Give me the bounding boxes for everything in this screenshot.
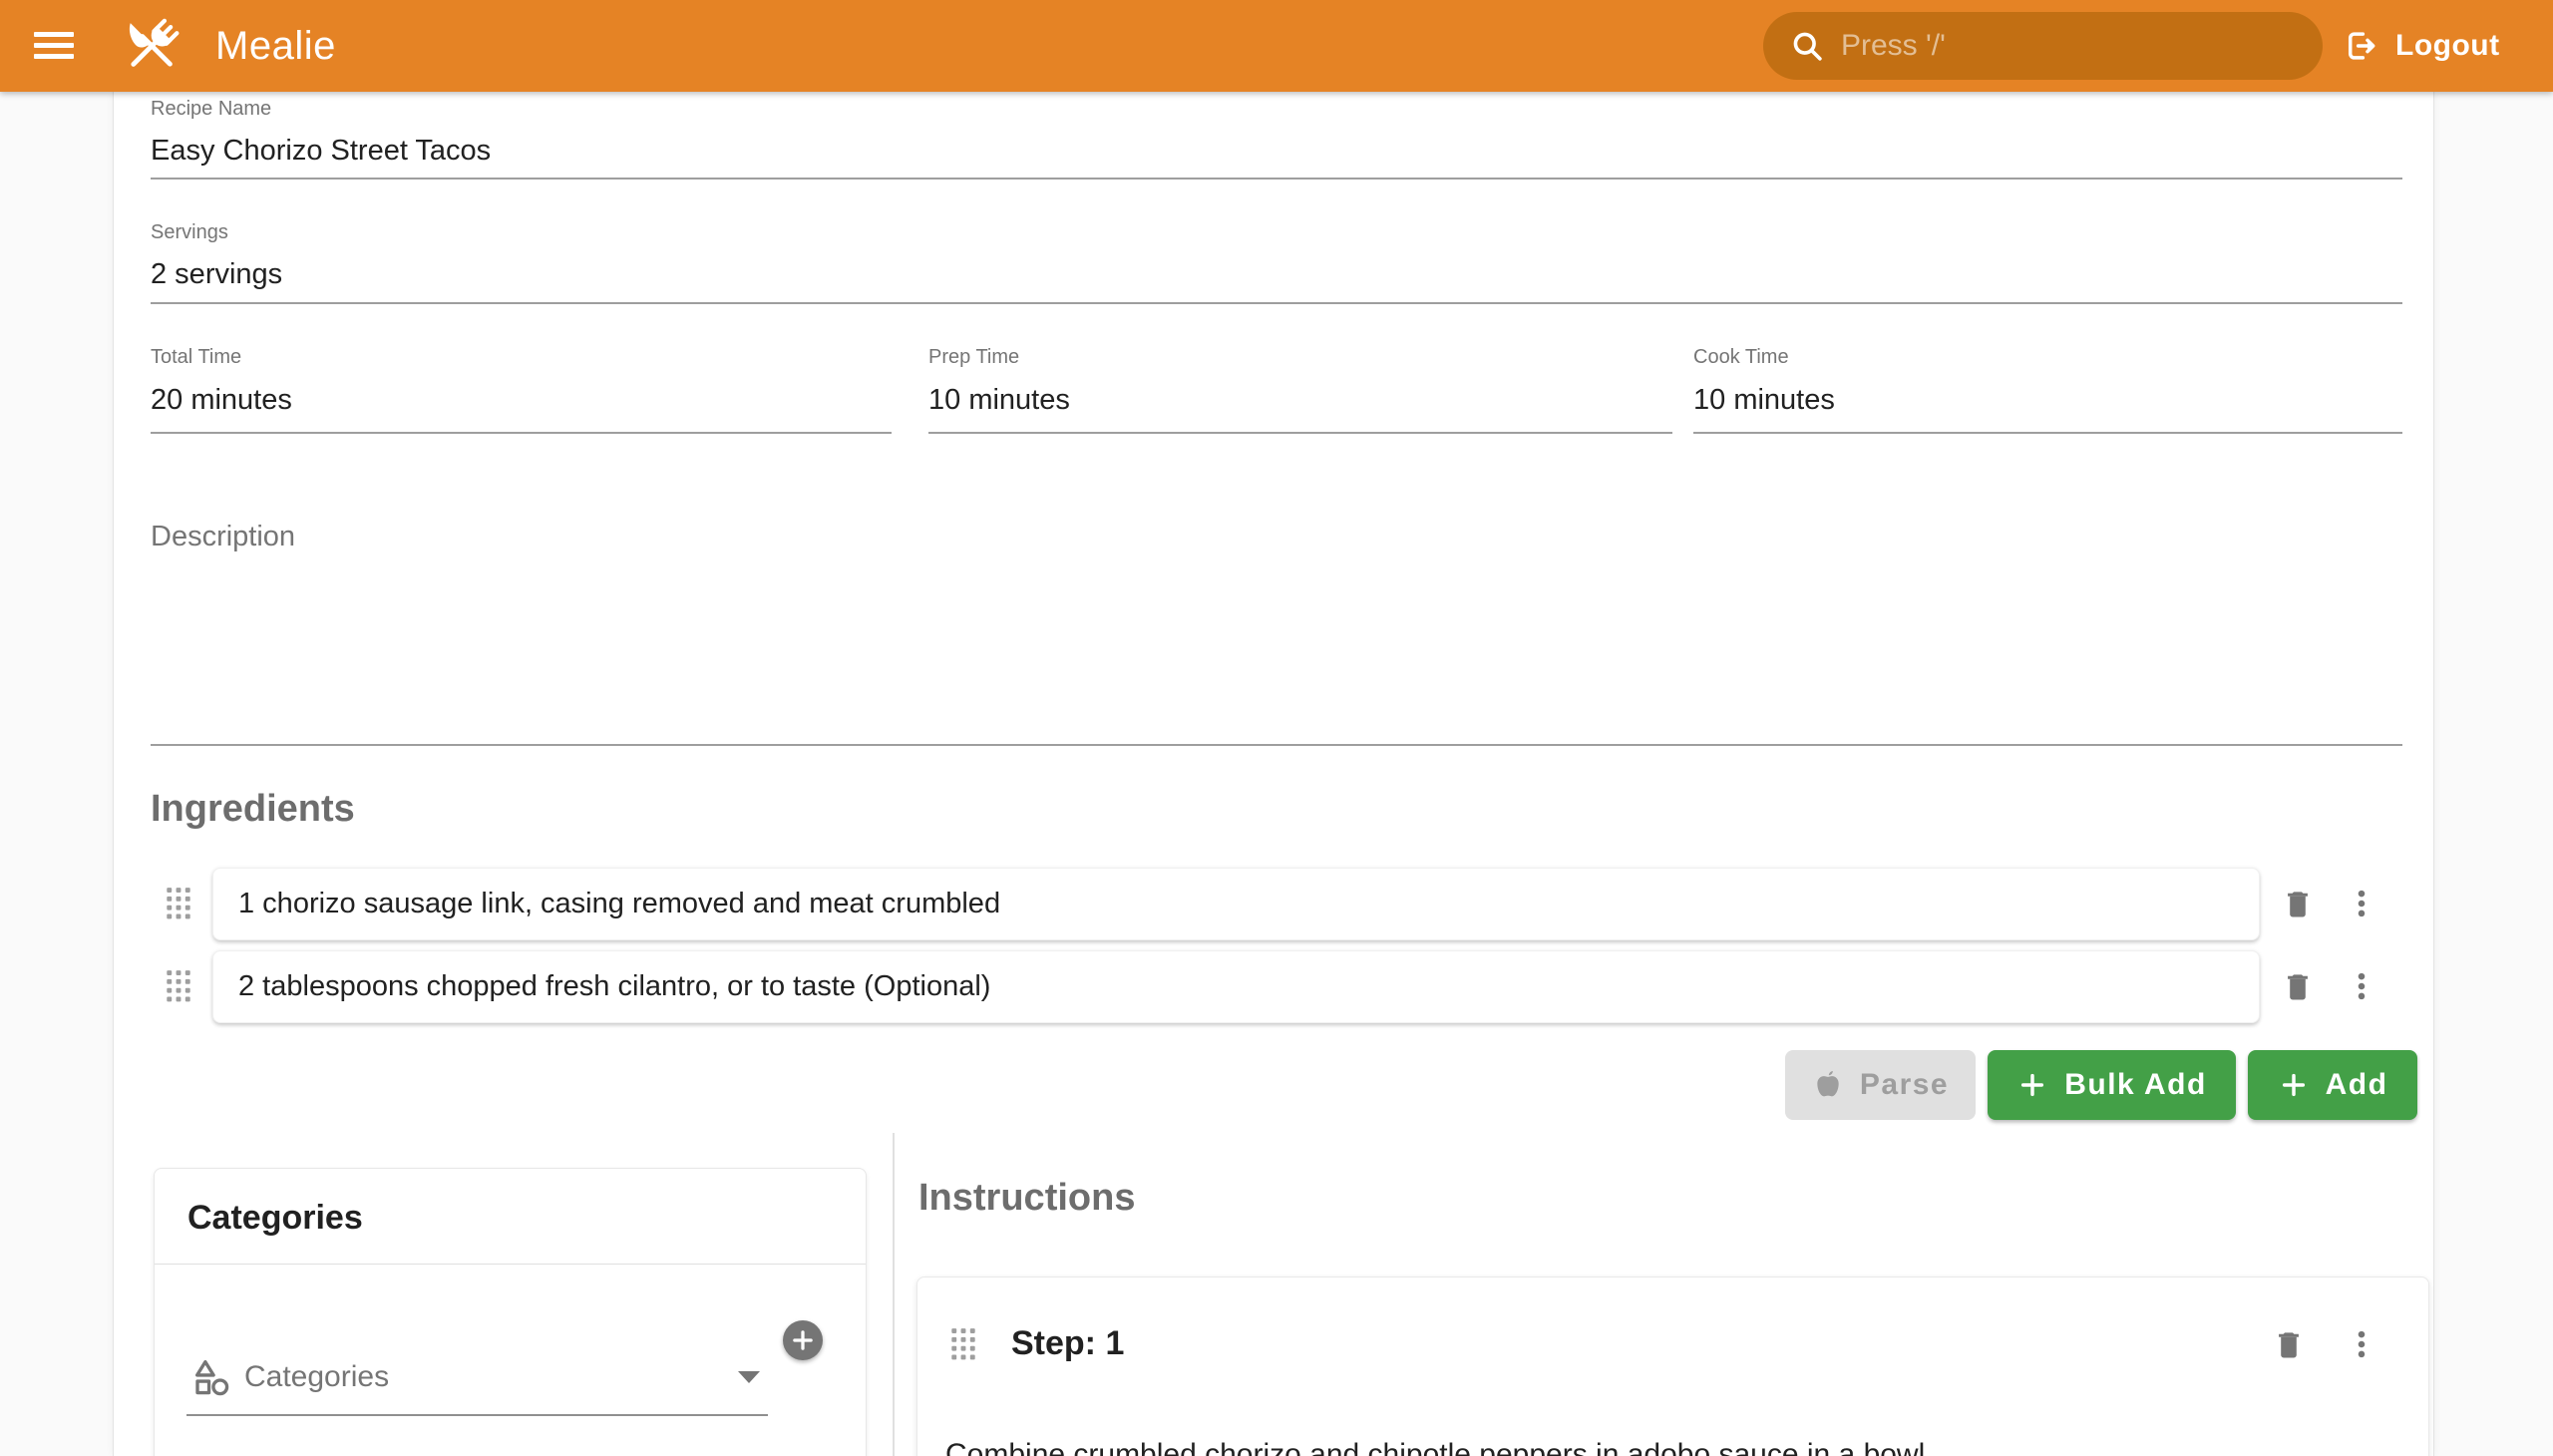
step-text[interactable]: Combine crumbled chorizo and chipotle pe… xyxy=(945,1435,2322,1456)
ingredient-more-button[interactable] xyxy=(2339,963,2384,1009)
parse-button[interactable]: Parse xyxy=(1785,1050,1976,1120)
total-time-input[interactable] xyxy=(151,384,892,417)
recipe-name-label: Recipe Name xyxy=(151,98,2402,121)
servings-label: Servings xyxy=(151,221,2402,244)
shapes-icon xyxy=(190,1356,232,1398)
recipe-name-field: Recipe Name xyxy=(151,98,2402,180)
delete-step-button[interactable] xyxy=(2266,1321,2312,1367)
trash-icon xyxy=(2281,969,2315,1003)
recipe-name-input[interactable] xyxy=(151,135,2402,168)
bulk-add-button[interactable]: Bulk Add xyxy=(1988,1050,2236,1120)
servings-field: Servings xyxy=(151,221,2402,304)
logout-icon xyxy=(2342,27,2379,65)
total-time-field: Total Time xyxy=(151,346,892,434)
bulk-add-label: Bulk Add xyxy=(2064,1068,2207,1102)
search-field[interactable] xyxy=(1763,12,2323,80)
recipe-editor-page: Mealie Logout Recipe Name Servings xyxy=(0,0,2553,1456)
divider xyxy=(155,1264,866,1265)
step-more-button[interactable] xyxy=(2339,1321,2384,1367)
drag-handle-icon[interactable] xyxy=(166,887,191,920)
categories-card-title: Categories xyxy=(187,1199,363,1238)
cook-time-label: Cook Time xyxy=(1693,346,2402,369)
ingredient-row xyxy=(212,950,2260,1023)
trash-icon xyxy=(2272,1327,2306,1361)
kebab-menu-icon xyxy=(2345,969,2378,1003)
description-label: Description xyxy=(151,521,2402,553)
add-ingredient-button[interactable]: Add xyxy=(2248,1050,2417,1120)
categories-select-placeholder: Categories xyxy=(244,1360,738,1394)
logout-label: Logout xyxy=(2395,29,2500,63)
cook-time-field: Cook Time xyxy=(1693,346,2402,434)
prep-time-input[interactable] xyxy=(928,384,1672,417)
ingredient-more-button[interactable] xyxy=(2339,881,2384,926)
step-title: Step: 1 xyxy=(1011,1324,1124,1363)
ingredient-row xyxy=(212,868,2260,940)
plus-icon xyxy=(2016,1069,2048,1101)
ingredient-input[interactable] xyxy=(238,888,2234,920)
search-input[interactable] xyxy=(1841,29,2260,63)
menu-icon[interactable] xyxy=(34,32,74,60)
parse-label: Parse xyxy=(1860,1068,1949,1102)
add-label: Add xyxy=(2326,1068,2388,1102)
kebab-menu-icon xyxy=(2345,1327,2378,1361)
prep-time-label: Prep Time xyxy=(928,346,1672,369)
cook-time-input[interactable] xyxy=(1693,384,2402,417)
instruction-step-card: Step: 1 Combine crumbled chorizo and chi… xyxy=(916,1276,2429,1456)
kebab-menu-icon xyxy=(2345,887,2378,920)
search-icon xyxy=(1789,28,1825,64)
app-bar: Mealie Logout xyxy=(0,0,2553,92)
logout-button[interactable]: Logout xyxy=(2342,0,2500,92)
trash-icon xyxy=(2281,887,2315,920)
chevron-down-icon xyxy=(738,1371,760,1383)
drag-handle-icon[interactable] xyxy=(166,969,191,1003)
recipe-form-card: Recipe Name Servings Total Time Prep Tim… xyxy=(113,92,2434,1456)
fork-knife-logo-icon xyxy=(118,12,185,80)
prep-time-field: Prep Time xyxy=(928,346,1672,434)
categories-card: Categories Categories xyxy=(154,1168,867,1456)
categories-select[interactable]: Categories xyxy=(186,1340,768,1416)
drag-handle-icon[interactable] xyxy=(950,1327,976,1361)
ingredients-heading: Ingredients xyxy=(151,788,355,831)
app-title: Mealie xyxy=(215,0,336,92)
description-field[interactable]: Description xyxy=(151,521,2402,746)
ingredient-input[interactable] xyxy=(238,970,2234,1003)
delete-ingredient-button[interactable] xyxy=(2275,963,2321,1009)
instructions-heading: Instructions xyxy=(918,1177,1135,1220)
add-category-button[interactable] xyxy=(783,1320,823,1360)
plus-icon xyxy=(2278,1069,2310,1101)
plus-icon xyxy=(790,1327,816,1353)
servings-input[interactable] xyxy=(151,258,2402,291)
delete-ingredient-button[interactable] xyxy=(2275,881,2321,926)
total-time-label: Total Time xyxy=(151,346,892,369)
column-divider xyxy=(893,1133,895,1456)
time-fields-row: Total Time Prep Time Cook Time xyxy=(151,346,2402,434)
apple-icon xyxy=(1812,1069,1844,1101)
